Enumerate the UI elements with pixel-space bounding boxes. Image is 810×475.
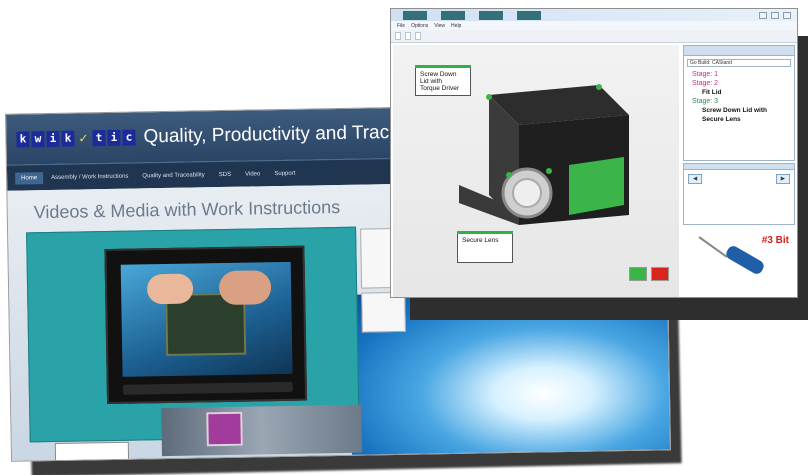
callout-screw-down: Screw Down Lid with Torque Driver bbox=[415, 65, 471, 96]
nav-buttons: ◀ ▶ bbox=[684, 170, 794, 188]
player-controls[interactable] bbox=[122, 381, 293, 395]
site-title: Quality, Productivity and Traceab bbox=[143, 121, 422, 148]
page-heading: Videos & Media with Work Instructions bbox=[33, 196, 341, 223]
toolbar-field[interactable] bbox=[395, 32, 401, 40]
logo-letter: i bbox=[107, 129, 121, 146]
tree-stage-1[interactable]: Stage: 1 bbox=[692, 70, 794, 79]
build-search-input[interactable]: Go Build: CAStand bbox=[687, 59, 791, 67]
screwdriver-icon bbox=[698, 236, 764, 274]
toolbar bbox=[391, 30, 797, 43]
stop-button[interactable] bbox=[651, 267, 669, 281]
menu-options[interactable]: Options bbox=[411, 23, 428, 29]
confirm-button[interactable] bbox=[629, 267, 647, 281]
tree-item[interactable]: Fit Lid bbox=[692, 88, 794, 97]
maximize-icon[interactable] bbox=[771, 11, 779, 19]
logo-letter: c bbox=[122, 129, 136, 146]
title-thumbnails bbox=[403, 10, 541, 20]
cpu-socket-image bbox=[206, 411, 243, 447]
logo-letter: t bbox=[92, 130, 106, 147]
logo-letter: i bbox=[46, 130, 60, 148]
callout-secure-lens: Secure Lens bbox=[457, 231, 513, 263]
side-panel: Go Build: CAStand Stage: 1 Stage: 2 Fit … bbox=[683, 45, 795, 297]
navigation-panel: ◀ ▶ bbox=[683, 163, 795, 225]
logo-letter: k bbox=[61, 130, 75, 147]
nav-home[interactable]: Home bbox=[15, 171, 44, 185]
nav-assembly[interactable]: Assembly / Work Instructions bbox=[45, 170, 134, 184]
toolbar-field[interactable] bbox=[415, 32, 421, 40]
next-button[interactable]: ▶ bbox=[775, 174, 790, 184]
previous-button[interactable]: ◀ bbox=[688, 174, 703, 184]
steps-panel: Go Build: CAStand Stage: 1 Stage: 2 Fit … bbox=[683, 45, 795, 161]
toolbar-field[interactable] bbox=[405, 32, 411, 40]
info-box bbox=[54, 441, 130, 462]
action-buttons bbox=[629, 267, 669, 281]
tree-item[interactable]: Screw Down Lid with bbox=[692, 106, 794, 115]
panel-header bbox=[684, 46, 794, 56]
3d-viewport[interactable]: Screw Down Lid with Torque Driver Secure… bbox=[393, 45, 679, 297]
tree-stage-2[interactable]: Stage: 2 bbox=[692, 79, 794, 88]
nav-support[interactable]: Support bbox=[268, 167, 301, 180]
title-bar bbox=[391, 9, 797, 21]
3d-model bbox=[459, 84, 629, 225]
minimize-icon[interactable] bbox=[759, 11, 767, 19]
logo-dot: ✓ bbox=[78, 131, 89, 146]
close-icon[interactable] bbox=[783, 11, 791, 19]
logo-letter: k bbox=[16, 131, 30, 148]
bit-label: #3 Bit bbox=[761, 235, 789, 246]
circuit-board-image bbox=[161, 404, 362, 457]
nav-sds[interactable]: SDS bbox=[213, 168, 238, 180]
app-window: File Options View Help Screw Down Lid wi… bbox=[390, 8, 798, 298]
window-controls bbox=[759, 11, 797, 19]
tree-item[interactable]: Secure Lens bbox=[692, 115, 794, 124]
video-screen[interactable] bbox=[120, 261, 293, 377]
video-player[interactable] bbox=[104, 245, 308, 405]
tool-info: #3 Bit bbox=[683, 227, 795, 297]
menu-bar: File Options View Help bbox=[391, 21, 797, 30]
nav-quality[interactable]: Quality and Traceability bbox=[136, 169, 211, 182]
nav-video[interactable]: Video bbox=[239, 168, 266, 180]
logo: k w i k ✓ t i c bbox=[16, 129, 136, 148]
menu-help[interactable]: Help bbox=[451, 23, 461, 29]
hand-image bbox=[218, 270, 272, 306]
menu-file[interactable]: File bbox=[397, 23, 405, 29]
tree-stage-3[interactable]: Stage: 3 bbox=[692, 97, 794, 106]
logo-letter: w bbox=[31, 131, 45, 148]
steps-tree: Stage: 1 Stage: 2 Fit Lid Stage: 3 Screw… bbox=[684, 70, 794, 124]
menu-view[interactable]: View bbox=[434, 23, 445, 29]
hand-image bbox=[146, 273, 194, 305]
composite-stage: k w i k ✓ t i c Quality, Productivity an… bbox=[0, 0, 810, 475]
